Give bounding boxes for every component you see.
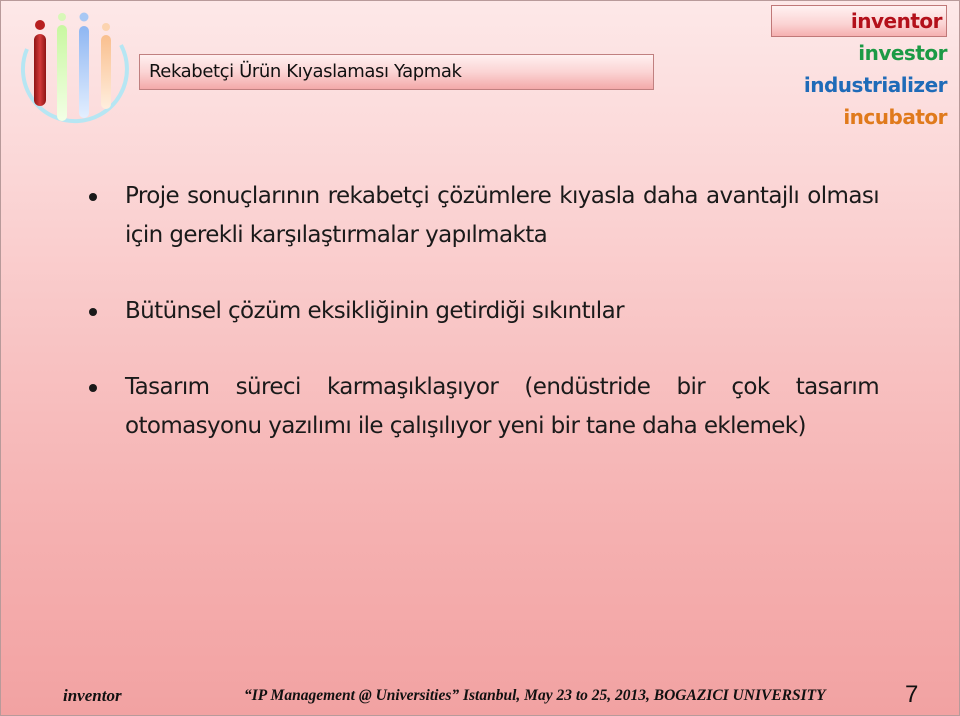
footer-brand: inventor xyxy=(63,686,122,705)
page-number: 7 xyxy=(905,681,919,708)
slide: Rekabetçi Ürün Kıyaslaması Yapmak invent… xyxy=(0,0,960,716)
bullet-item: Proje sonuçlarının rekabetçi çözümlere k… xyxy=(89,177,880,255)
footer-event-info: “IP Management @ Universities” Istanbul,… xyxy=(244,687,826,704)
slide-title-box: Rekabetçi Ürün Kıyaslaması Yapmak xyxy=(139,54,654,90)
brand-item-industrializer: industrializer xyxy=(803,73,948,97)
bullet-item: Tasarım süreci karmaşıklaşıyor (endüstri… xyxy=(89,368,880,446)
brand-item-incubator: incubator xyxy=(843,105,947,129)
bullet-text: Tasarım süreci karmaşıklaşıyor (endüstri… xyxy=(125,374,880,439)
brand-item-inventor: inventor xyxy=(771,5,947,37)
bullet-dot-icon xyxy=(89,193,97,201)
brand-item-investor: investor xyxy=(858,41,947,65)
slide-title: Rekabetçi Ürün Kıyaslaması Yapmak xyxy=(149,61,462,82)
brand-list: inventor investor industrializer incubat… xyxy=(767,5,948,133)
bullet-text: Bütünsel çözüm eksikliğinin getirdiği sı… xyxy=(125,298,625,324)
four-i-pillars-logo-icon xyxy=(21,12,129,124)
bullet-dot-icon xyxy=(89,308,97,316)
bullet-text: Proje sonuçlarının rekabetçi çözümlere k… xyxy=(125,183,880,248)
footer: inventor “IP Management @ Universities” … xyxy=(1,681,959,711)
bullet-list: Proje sonuçlarının rekabetçi çözümlere k… xyxy=(89,177,880,483)
bullet-dot-icon xyxy=(89,384,97,392)
bullet-item: Bütünsel çözüm eksikliğinin getirdiği sı… xyxy=(89,292,879,331)
